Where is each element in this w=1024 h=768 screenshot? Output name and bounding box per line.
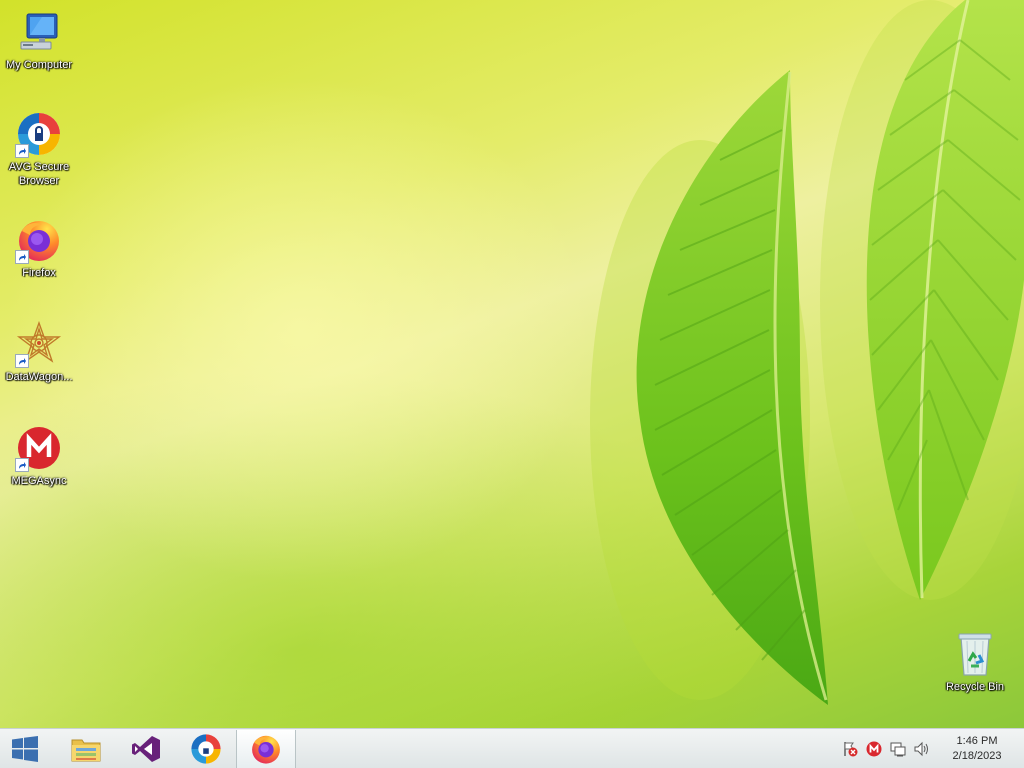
taskbar-firefox[interactable] (236, 729, 296, 768)
megasync-icon (15, 424, 63, 472)
desktop-icon-label: My Computer (5, 59, 73, 71)
shortcut-arrow-icon (15, 144, 29, 158)
visual-studio-icon (132, 735, 160, 762)
wallpaper-leaves (590, 0, 1024, 705)
desktop-icon-datawagon[interactable]: DataWagon... (0, 320, 78, 384)
shortcut-arrow-icon (15, 458, 29, 472)
desktop-icon-my-computer[interactable]: My Computer (0, 8, 78, 72)
shortcut-arrow-icon (15, 354, 29, 368)
avg-browser-icon (191, 733, 221, 764)
taskbar: 1:46 PM 2/18/2023 (0, 728, 1024, 768)
taskbar-visual-studio[interactable] (116, 729, 176, 768)
start-button[interactable] (0, 729, 50, 768)
desktop-icon-firefox[interactable]: Firefox (0, 216, 78, 280)
firefox-icon (252, 735, 280, 764)
recycle-bin-icon (951, 630, 999, 678)
taskbar-clock[interactable]: 1:46 PM 2/18/2023 (938, 729, 1016, 768)
desktop-icon-avg-secure-browser[interactable]: AVG Secure Browser (0, 110, 78, 188)
system-tray: 1:46 PM 2/18/2023 (838, 729, 1024, 768)
start-icon (12, 735, 38, 762)
network-icon[interactable] (886, 729, 910, 768)
taskbar-file-explorer[interactable] (56, 729, 116, 768)
firefox-icon (15, 216, 63, 264)
datawagon-icon (15, 320, 63, 368)
taskbar-avg-browser[interactable] (176, 729, 236, 768)
clock-time: 1:46 PM (956, 735, 998, 747)
desktop-icon-label: Recycle Bin (945, 681, 1005, 693)
desktop-icon-megasync[interactable]: MEGAsync (0, 424, 78, 488)
avg-browser-icon (15, 110, 63, 158)
clock-date: 2/18/2023 (952, 750, 1002, 762)
computer-icon (15, 8, 63, 56)
desktop-icon-recycle-bin[interactable]: Recycle Bin (936, 630, 1014, 694)
desktop[interactable]: My Computer AVG Secure Browser Firefox D… (0, 0, 1024, 728)
desktop-icon-label: AVG Secure Browser (8, 161, 70, 187)
desktop-icon-label: DataWagon... (5, 371, 73, 383)
file-explorer-icon (71, 739, 101, 761)
desktop-icon-label: Firefox (22, 267, 56, 279)
shortcut-arrow-icon (15, 250, 29, 264)
action-center-flag-icon[interactable] (838, 729, 862, 768)
desktop-icon-label: MEGAsync (11, 475, 67, 487)
mega-tray-icon[interactable] (862, 729, 886, 768)
volume-icon[interactable] (910, 729, 934, 768)
